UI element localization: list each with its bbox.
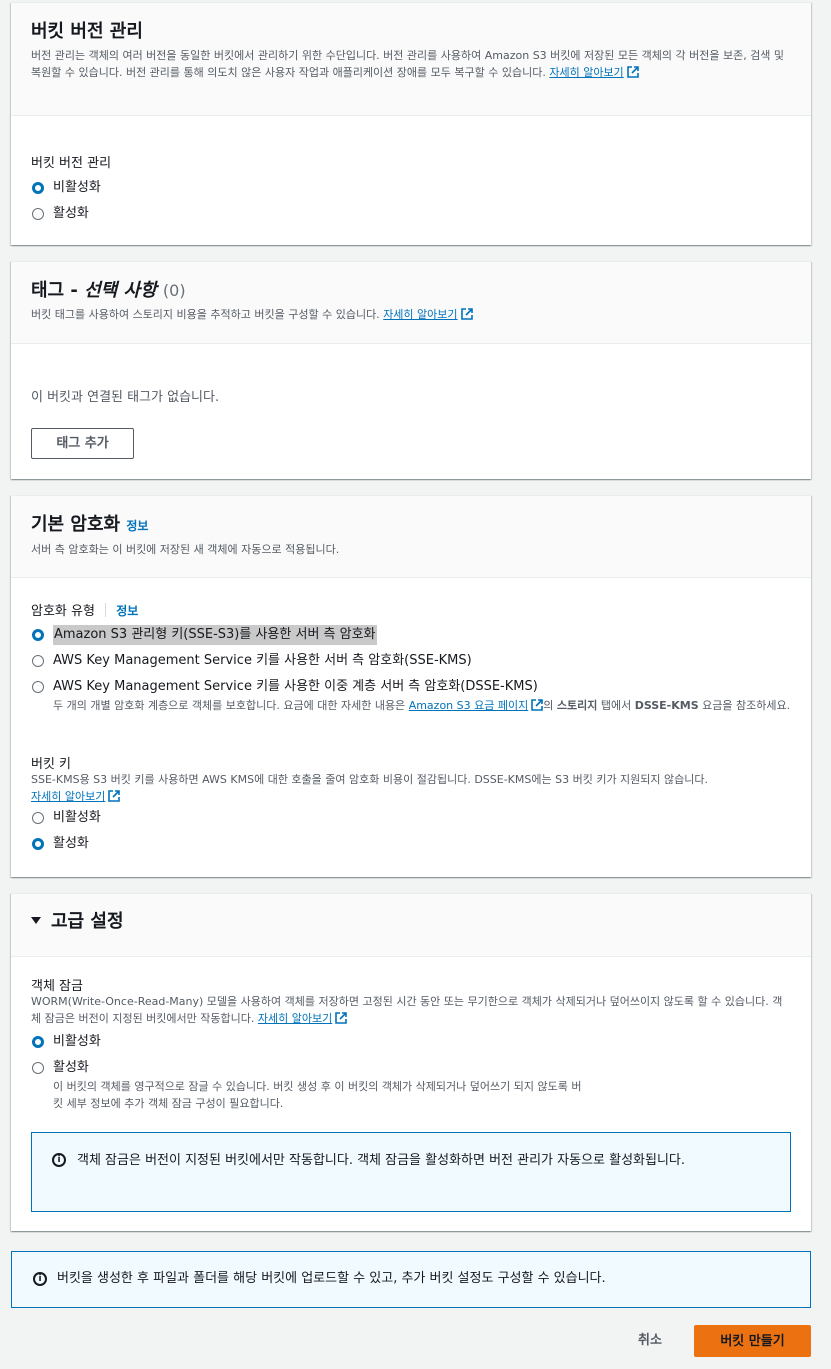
encryption-info-link[interactable]: 정보 [126,519,148,533]
external-link-icon [108,790,121,802]
s3-pricing-page-link[interactable]: Amazon S3 요금 페이지 [409,699,544,712]
tags-panel: 태그 - 선택 사항 (0) 버킷 태그를 사용하여 스토리지 비용을 추적하고… [11,261,811,479]
versioning-title: 버킷 버전 관리 [31,21,143,42]
create-bucket-button[interactable]: 버킷 만들기 [694,1325,811,1357]
object-lock-learn-more-link[interactable]: 자세히 알아보기 [258,1012,348,1025]
radio-checked-icon[interactable] [32,629,44,641]
cancel-button[interactable]: 취소 [624,1331,676,1351]
versioning-field-label: 버킷 버전 관리 [31,156,112,171]
versioning-header: 버킷 버전 관리 버전 관리는 객체의 여러 버전을 동일한 버킷에서 관리하기… [11,3,811,116]
radio-unchecked-icon[interactable] [32,812,44,824]
external-link-icon [626,66,639,78]
tags-description: 버킷 태그를 사용하여 스토리지 비용을 추적하고 버킷을 구성할 수 있습니다… [31,306,791,323]
external-link-icon [335,1012,348,1024]
object-lock-alert-text: 객체 잠금은 버전이 지정된 버킷에서만 작동합니다. 객체 잠금을 활성화하면… [77,1153,686,1168]
bucket-key-label: 버킷 키 [31,757,72,772]
object-lock-enable-description: 이 버킷의 객체를 영구적으로 잠글 수 있습니다. 버킷 생성 후 이 버킷의… [53,1080,582,1110]
object-lock-label: 객체 잠금 [31,979,83,994]
object-lock-info-alert: i 객체 잠금은 버전이 지정된 버킷에서만 작동합니다. 객체 잠금을 활성화… [31,1132,791,1212]
bucket-key-option-enable[interactable]: 활성화 [31,834,89,854]
tags-learn-more-link[interactable]: 자세히 알아보기 [383,308,473,321]
caret-down-icon [31,917,41,924]
bucket-key-learn-more-link[interactable]: 자세히 알아보기 [31,790,121,803]
versioning-panel: 버킷 버전 관리 버전 관리는 객체의 여러 버전을 동일한 버킷에서 관리하기… [11,2,811,245]
info-icon: i [52,1153,66,1167]
encryption-panel: 기본 암호화 정보 서버 측 암호화는 이 버킷에 저장된 새 객체에 자동으로… [11,495,811,877]
encryption-option-dsse-kms[interactable]: AWS Key Management Service 키를 사용한 이중 계층 … [31,677,791,714]
versioning-description: 버전 관리는 객체의 여러 버전을 동일한 버킷에서 관리하기 위한 수단입니다… [31,49,785,79]
dsse-kms-description: 두 개의 개별 암호화 계층으로 객체를 보호합니다. 요금에 대한 자세한 내… [53,699,791,712]
encryption-type-info-link[interactable]: 정보 [116,604,138,618]
bucket-key-option-disable[interactable]: 비활성화 [31,808,101,828]
tags-count: (0) [162,281,186,300]
label-divider [105,603,107,617]
advanced-settings-panel: 고급 설정 객체 잠금 WORM(Write-Once-Read-Many) 모… [11,893,811,1231]
object-lock-option-enable[interactable]: 활성화 이 버킷의 객체를 영구적으로 잠글 수 있습니다. 버킷 생성 후 이… [31,1058,591,1112]
create-bucket-info-alert: i 버킷을 생성한 후 파일과 폴더를 해당 버킷에 업로드할 수 있고, 추가… [11,1251,811,1308]
radio-unchecked-icon[interactable] [32,1062,44,1074]
external-link-icon [460,308,473,320]
advanced-settings-header[interactable]: 고급 설정 [11,894,811,957]
radio-unchecked-icon[interactable] [32,208,44,220]
external-link-icon [531,699,544,711]
radio-unchecked-icon[interactable] [32,681,44,693]
radio-checked-icon[interactable] [32,838,44,850]
versioning-option-disable[interactable]: 비활성화 [31,178,101,198]
encryption-option-sse-kms[interactable]: AWS Key Management Service 키를 사용한 서버 측 암… [31,651,472,671]
versioning-option-enable[interactable]: 활성화 [31,204,89,224]
bucket-key-description: SSE-KMS용 S3 버킷 키를 사용하면 AWS KMS에 대한 호출을 줄… [31,773,709,803]
encryption-header: 기본 암호화 정보 서버 측 암호화는 이 버킷에 저장된 새 객체에 자동으로… [11,496,811,578]
object-lock-description: WORM(Write-Once-Read-Many) 모델을 사용하여 객체를 … [31,995,783,1025]
radio-unchecked-icon[interactable] [32,655,44,667]
advanced-settings-title[interactable]: 고급 설정 [31,910,791,934]
tags-empty-text: 이 버킷과 연결된 태그가 없습니다. [31,390,220,405]
radio-checked-icon[interactable] [32,1036,44,1048]
create-bucket-alert-text: 버킷을 생성한 후 파일과 폴더를 해당 버킷에 업로드할 수 있고, 추가 버… [57,1271,606,1286]
radio-checked-icon[interactable] [32,182,44,194]
encryption-title: 기본 암호화 정보 [31,514,149,535]
encryption-description: 서버 측 암호화는 이 버킷에 저장된 새 객체에 자동으로 적용됩니다. [31,543,340,556]
versioning-learn-more-link[interactable]: 자세히 알아보기 [549,66,639,79]
add-tag-button[interactable]: 태그 추가 [31,428,134,459]
object-lock-option-disable[interactable]: 비활성화 [31,1032,101,1052]
tags-header: 태그 - 선택 사항 (0) 버킷 태그를 사용하여 스토리지 비용을 추적하고… [11,262,811,344]
encryption-option-sse-s3[interactable]: Amazon S3 관리형 키(SSE-S3)를 사용한 서버 측 암호화 [31,625,377,645]
tags-title: 태그 - 선택 사항 (0) [31,280,186,301]
encryption-type-label: 암호화 유형 정보 [31,603,139,619]
info-icon: i [33,1272,47,1286]
